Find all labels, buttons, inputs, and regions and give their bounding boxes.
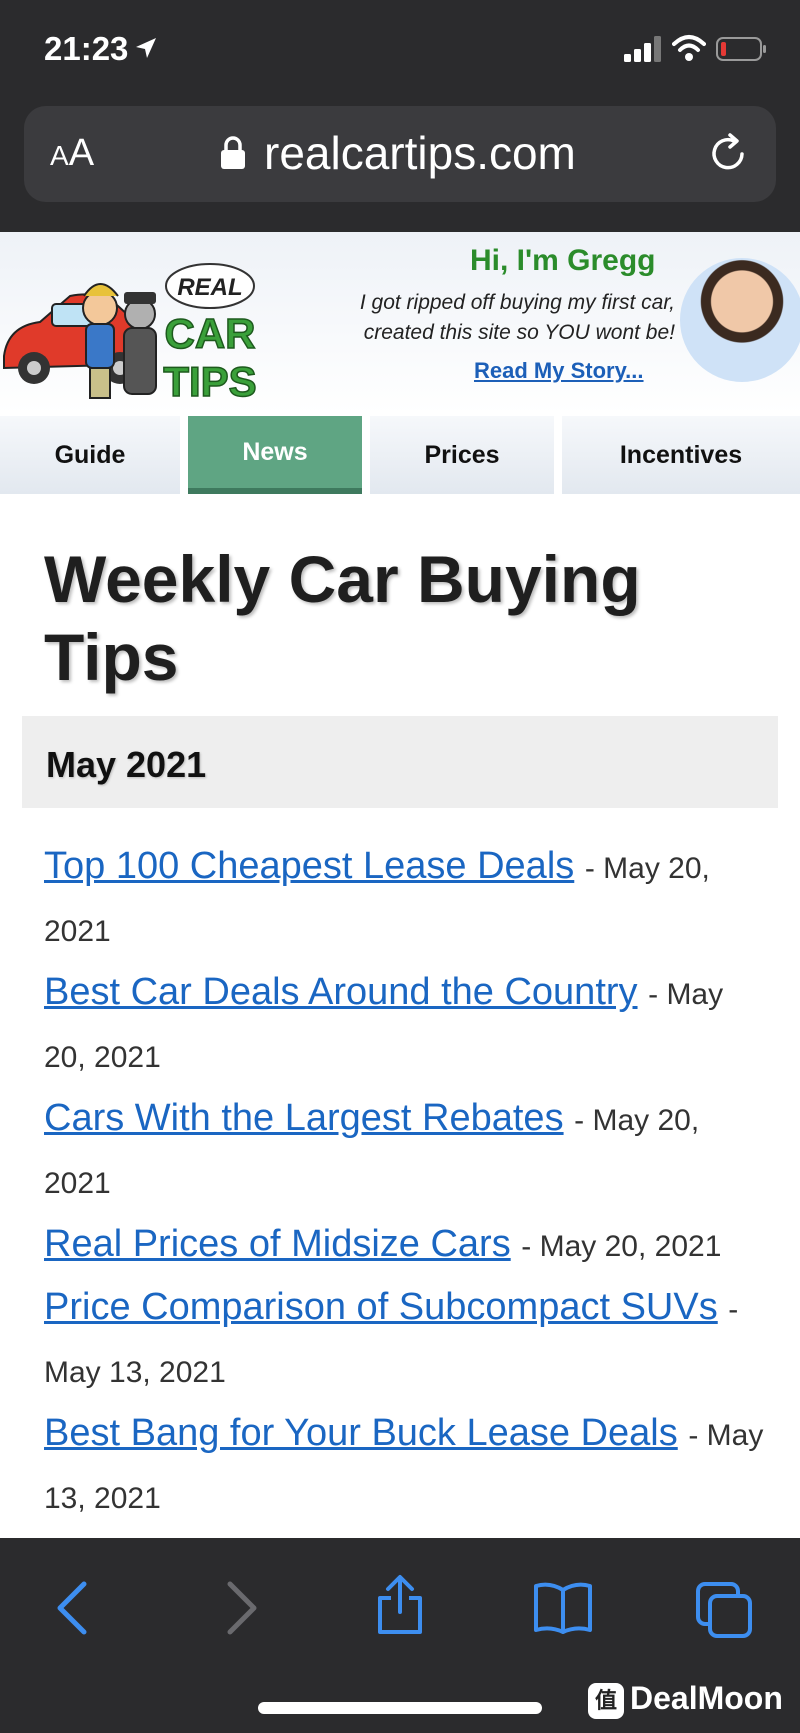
tab-prices[interactable]: Prices — [370, 416, 554, 494]
wifi-icon — [672, 35, 706, 61]
browser-toolbar: 值 DealMoon — [0, 1538, 800, 1733]
tagline: I got ripped off buying my first car, cr… — [315, 288, 675, 348]
home-indicator — [258, 1702, 542, 1714]
article-date: May 13, 2021 — [44, 1356, 226, 1389]
list-item: Top 100 Cheapest Lease Deals - May 20, 2… — [44, 836, 764, 962]
site-header: REAL CAR TIPS Hi, I'm Gregg I got ripped… — [0, 232, 800, 414]
article-list: Top 100 Cheapest Lease Deals - May 20, 2… — [44, 836, 764, 1529]
article-link[interactable]: Cars With the Largest Rebates — [44, 1097, 564, 1139]
article-date: May 20, 2021 — [539, 1230, 722, 1263]
greeting-heading: Hi, I'm Gregg — [470, 244, 656, 277]
share-icon[interactable] — [374, 1574, 426, 1636]
tagline-line-1: I got ripped off buying my first car, — [359, 291, 675, 314]
lock-icon — [221, 136, 245, 169]
tagline-line-2: created this site so YOU wont be! — [363, 321, 675, 344]
reload-icon[interactable] — [706, 132, 750, 176]
list-item: Cars With the Largest Rebates - May 20, … — [44, 1088, 764, 1214]
logo-word-tips: TIPS — [163, 358, 256, 405]
tabs-icon[interactable] — [694, 1580, 754, 1640]
tab-guide[interactable]: Guide — [0, 416, 180, 494]
article-link[interactable]: Real Prices of Midsize Cars — [44, 1223, 511, 1265]
logo-word-car: CAR — [165, 310, 256, 357]
author-avatar — [680, 258, 800, 382]
tab-news[interactable]: News — [188, 416, 362, 494]
list-item: Real Prices of Midsize Cars - May 20, 20… — [44, 1214, 764, 1277]
reader-settings-button[interactable]: AA — [50, 132, 94, 175]
real-car-tips-logo[interactable]: REAL CAR TIPS — [0, 256, 270, 406]
page-title: Weekly Car Buying Tips — [44, 542, 641, 694]
location-arrow-icon — [136, 38, 156, 58]
separator: - — [648, 978, 659, 1011]
list-item: Price Comparison of Subcompact SUVs - Ma… — [44, 1277, 764, 1403]
separator: - — [574, 1104, 585, 1137]
separator: - — [584, 852, 595, 885]
article-link[interactable]: Top 100 Cheapest Lease Deals — [44, 845, 574, 887]
forward-icon[interactable] — [222, 1580, 262, 1636]
separator: - — [728, 1293, 739, 1326]
bookmarks-icon[interactable] — [532, 1580, 594, 1636]
cellular-signal-icon — [624, 36, 661, 62]
list-item: Best Bang for Your Buck Lease Deals - Ma… — [44, 1403, 764, 1529]
article-link[interactable]: Best Bang for Your Buck Lease Deals — [44, 1412, 678, 1454]
month-heading: May 2021 — [46, 744, 207, 785]
watermark-badge: 值 — [588, 1682, 624, 1719]
separator: - — [688, 1419, 699, 1452]
article-link[interactable]: Price Comparison of Subcompact SUVs — [44, 1286, 718, 1328]
separator: - — [521, 1230, 532, 1263]
list-item: Best Car Deals Around the Country - May … — [44, 962, 764, 1088]
read-my-story-link[interactable]: Read My Story... — [474, 358, 644, 384]
back-icon[interactable] — [52, 1580, 92, 1636]
watermark-text: DealMoon — [630, 1680, 783, 1716]
month-section-header: May 2021 — [22, 716, 778, 808]
url-text[interactable]: realcartips.com — [264, 126, 576, 180]
status-time: 21:23 — [44, 30, 129, 67]
tab-incentives[interactable]: Incentives — [562, 416, 800, 494]
browser-top-chrome: 21:23 AA realcartips.com — [0, 0, 800, 232]
address-bar[interactable]: AA realcartips.com — [24, 106, 776, 202]
article-link[interactable]: Best Car Deals Around the Country — [44, 971, 638, 1013]
watermark: 值 DealMoon — [588, 1680, 783, 1719]
nav-tabs: Guide News Prices Incentives — [0, 416, 800, 494]
battery-low-icon — [716, 37, 766, 61]
logo-word-real: REAL — [177, 274, 242, 301]
